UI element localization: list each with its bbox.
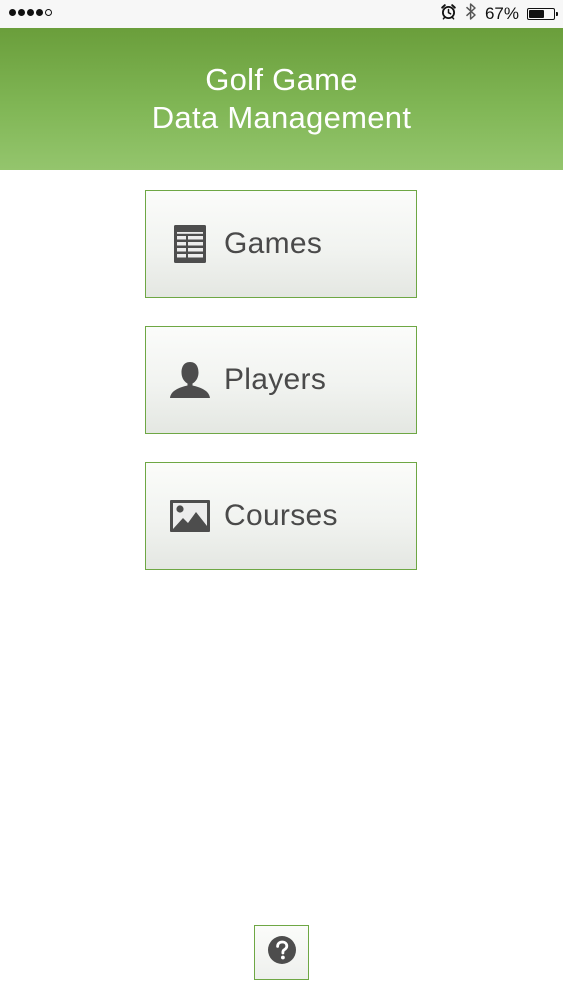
signal-dot <box>18 9 25 16</box>
status-bar: 67% <box>0 0 563 28</box>
battery-fill <box>529 10 545 18</box>
players-button[interactable]: Players <box>145 326 417 434</box>
battery-nub <box>555 12 558 16</box>
battery-percent: 67% <box>484 4 519 23</box>
signal-dot <box>27 9 34 16</box>
bluetooth-icon <box>465 2 477 26</box>
alarm-clock-icon <box>440 3 457 25</box>
signal-dot <box>36 9 43 16</box>
question-circle-icon <box>267 935 297 970</box>
signal-dot <box>9 9 16 16</box>
scorecard-table-icon <box>168 222 212 266</box>
person-silhouette-icon <box>168 358 212 402</box>
signal-strength <box>9 9 52 16</box>
courses-button-label: Courses <box>224 499 338 532</box>
players-button-label: Players <box>224 363 327 396</box>
picture-landscape-icon <box>168 494 212 538</box>
signal-dot <box>45 9 52 16</box>
title-line-1: Golf Game <box>205 62 358 97</box>
status-right: 67% <box>440 2 558 26</box>
title-line-2: Data Management <box>151 100 412 135</box>
games-button-label: Games <box>224 227 323 260</box>
help-button[interactable] <box>254 925 309 980</box>
page-title: Golf Game Data Management <box>0 61 563 137</box>
battery-icon <box>527 8 558 20</box>
app-header: Golf Game Data Management <box>0 28 563 170</box>
courses-button[interactable]: Courses <box>145 462 417 570</box>
games-button[interactable]: Games <box>145 190 417 298</box>
app-screen: 67% Golf Game Data Management Games Play… <box>0 0 563 1000</box>
